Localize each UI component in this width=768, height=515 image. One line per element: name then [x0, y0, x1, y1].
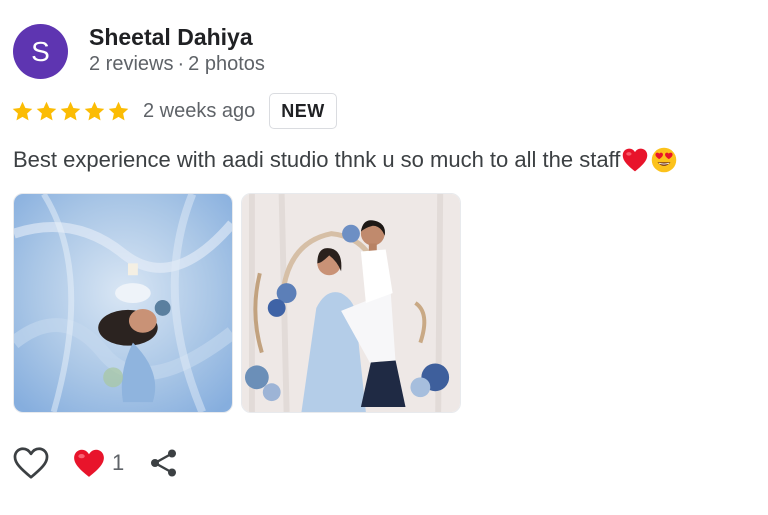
review-photos	[13, 193, 461, 413]
star-icon	[108, 101, 129, 120]
reviews-count: 2 reviews	[89, 53, 174, 75]
star-icon	[84, 101, 105, 120]
review-text-row: Best experience with aadi studio thnk u …	[13, 146, 678, 174]
couple-maternity-photo	[242, 194, 460, 412]
meta-separator: ·	[177, 53, 185, 75]
star-icon	[60, 101, 81, 120]
review-text: Best experience with aadi studio thnk u …	[13, 147, 621, 172]
new-badge: NEW	[269, 93, 337, 129]
share-button[interactable]	[124, 447, 180, 479]
review-photo-1[interactable]	[13, 193, 233, 413]
heart-outline-icon	[13, 447, 49, 479]
share-icon	[151, 449, 177, 477]
photos-count: 2 photos	[188, 53, 265, 75]
avatar[interactable]: S	[13, 24, 68, 79]
review-time: 2 weeks ago	[143, 99, 256, 122]
like-button[interactable]	[12, 445, 50, 481]
star-icon	[12, 101, 33, 120]
review-photo-2[interactable]	[241, 193, 461, 413]
reviewer-meta: 2 reviews · 2 photos	[89, 53, 265, 76]
star-rating	[11, 100, 130, 123]
heart-filled-icon	[74, 449, 104, 477]
star-icon	[36, 101, 57, 120]
heart-eyes-emoji	[652, 147, 677, 173]
rating-row: 2 weeks ago NEW	[11, 93, 337, 129]
review-actions: 1	[12, 443, 180, 483]
red-heart-emoji	[623, 148, 648, 172]
maternity-photo-blue-tulle	[14, 194, 232, 412]
like-count: 1	[112, 450, 125, 475]
reactions-button[interactable]: 1	[50, 447, 124, 479]
reviewer-name[interactable]: Sheetal Dahiya	[89, 24, 253, 51]
